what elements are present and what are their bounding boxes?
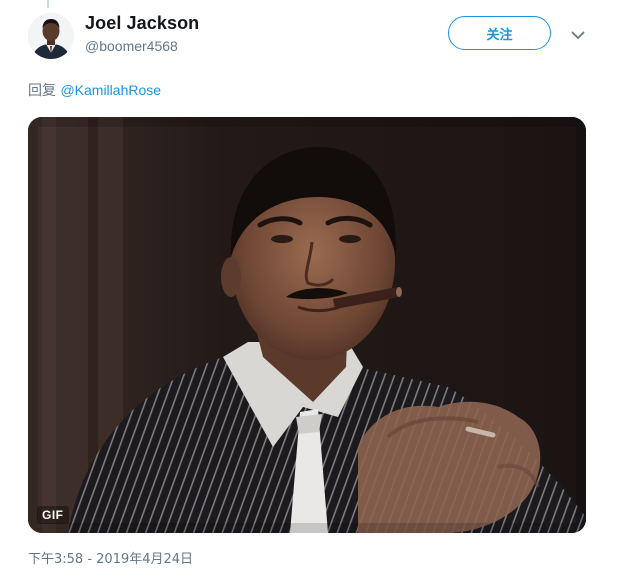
thread-connector-line <box>47 0 49 8</box>
follow-button[interactable]: 关注 <box>448 16 551 50</box>
tweet-card: Joel Jackson @boomer4568 关注 回复 @Kamillah… <box>0 0 625 578</box>
author-avatar[interactable] <box>28 13 74 59</box>
user-avatar-icon <box>28 13 74 59</box>
more-options-button[interactable] <box>568 26 588 44</box>
gif-image <box>28 117 586 533</box>
gif-badge: GIF <box>37 506 69 524</box>
reply-prefix: 回复 <box>28 83 56 99</box>
chevron-down-icon <box>571 31 585 39</box>
reply-mention-link[interactable]: @KamillahRose <box>60 82 161 98</box>
author-screen-name[interactable]: @boomer4568 <box>85 38 178 54</box>
reply-context: 回复 @KamillahRose <box>28 80 161 100</box>
author-display-name[interactable]: Joel Jackson <box>85 13 199 34</box>
gif-media[interactable]: GIF <box>28 117 586 533</box>
tweet-timestamp[interactable]: 下午3:58 - 2019年4月24日 <box>28 548 193 567</box>
